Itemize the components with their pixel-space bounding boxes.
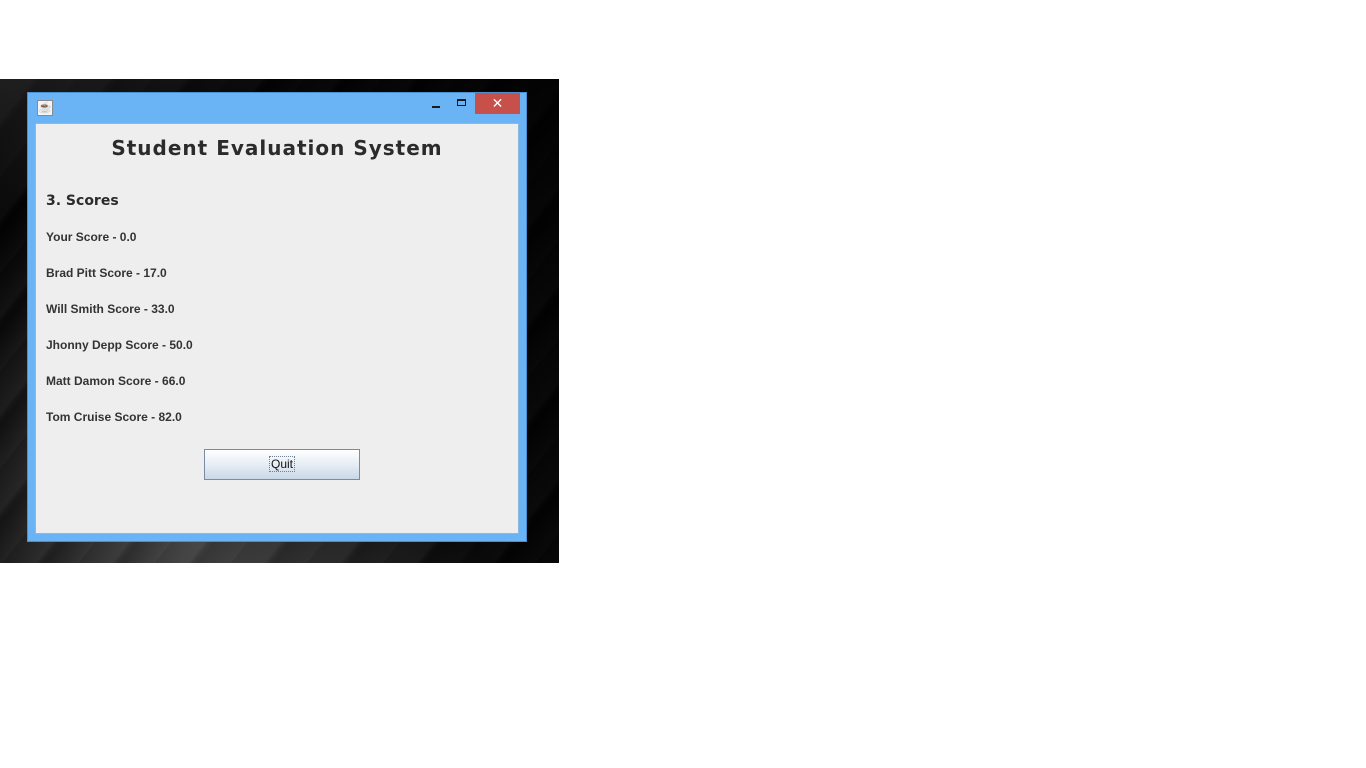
quit-button[interactable]: Quit: [204, 449, 360, 480]
score-will-smith: Will Smith Score - 33.0: [46, 302, 175, 316]
quit-button-label: Quit: [268, 456, 295, 472]
score-jhonny-depp: Jhonny Depp Score - 50.0: [46, 338, 193, 352]
minimize-icon[interactable]: [426, 93, 446, 114]
app-window: ☕ ✕ Student Evaluation System 3. Scores …: [27, 92, 527, 542]
score-tom-cruise: Tom Cruise Score - 82.0: [46, 410, 182, 424]
maximize-icon[interactable]: [452, 93, 472, 114]
page-title: Student Evaluation System: [111, 136, 443, 160]
section-heading: 3. Scores: [46, 193, 119, 209]
java-cup-icon: ☕: [37, 100, 53, 116]
close-button[interactable]: ✕: [475, 93, 520, 114]
score-brad-pitt: Brad Pitt Score - 17.0: [46, 266, 167, 280]
title-bar[interactable]: ☕ ✕: [28, 93, 526, 123]
content-panel: Student Evaluation System 3. Scores Your…: [35, 123, 519, 534]
score-your: Your Score - 0.0: [46, 230, 137, 244]
score-matt-damon: Matt Damon Score - 66.0: [46, 374, 186, 388]
